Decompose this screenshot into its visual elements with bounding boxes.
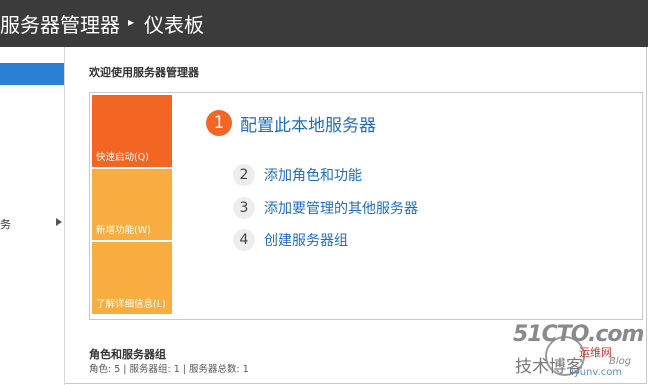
create-server-group-link[interactable]: 创建服务器组 xyxy=(264,230,348,250)
add-other-servers-link[interactable]: 添加要管理的其他服务器 xyxy=(264,198,418,218)
app-title: 服务器管理器 xyxy=(0,13,120,37)
tile-label: 快速启动(Q) xyxy=(96,152,149,163)
roles-section-title: 角色和服务器组 xyxy=(89,348,166,361)
watermark-logo: 51CTO.com 技术博客 运维网 Blog iyunv.com xyxy=(513,322,644,382)
tile-label: 了解详细信息(L) xyxy=(96,299,166,310)
welcome-panel: 快速启动(Q) 新增功能(W) 了解详细信息(L) 1 配置此本地服务器 2 添… xyxy=(89,92,643,320)
step-add-roles: 2 添加角色和功能 xyxy=(233,164,362,186)
chevron-right-icon[interactable] xyxy=(56,218,62,226)
sidebar: 务 xyxy=(0,47,65,385)
watermark-blog: Blog xyxy=(609,356,632,367)
tile-label: 新增功能(W) xyxy=(96,225,151,236)
step-number-badge: 4 xyxy=(233,229,255,251)
step-number-badge: 2 xyxy=(233,164,255,186)
page-title[interactable]: 仪表板 xyxy=(144,9,204,38)
step-number-badge: 1 xyxy=(206,110,232,136)
welcome-section-title: 欢迎使用服务器管理器 xyxy=(89,66,199,79)
step-create-server-group: 4 创建服务器组 xyxy=(233,229,348,251)
breadcrumb-separator-icon: ▸ xyxy=(128,14,135,29)
title-bar: 服务器管理器 ▸ 仪表板 xyxy=(0,0,648,47)
tile-learn-more[interactable]: 了解详细信息(L) xyxy=(92,242,172,314)
sidebar-item-dashboard[interactable] xyxy=(0,63,64,85)
add-roles-features-link[interactable]: 添加角色和功能 xyxy=(264,165,362,185)
step-number-badge: 3 xyxy=(233,197,255,219)
watermark-tag: 运维网 xyxy=(579,346,612,359)
tile-quick-start[interactable]: 快速启动(Q) xyxy=(92,95,172,167)
step-configure-local-server: 1 配置此本地服务器 xyxy=(206,110,376,136)
configure-local-server-link[interactable]: 配置此本地服务器 xyxy=(240,111,376,136)
roles-summary: 角色: 5 | 服务器组: 1 | 服务器总数: 1 xyxy=(89,364,249,375)
step-add-servers: 3 添加要管理的其他服务器 xyxy=(233,197,418,219)
sidebar-item-label[interactable]: 务 xyxy=(0,216,11,232)
tile-whats-new[interactable]: 新增功能(W) xyxy=(92,169,172,240)
watermark-url: iyunv.com xyxy=(571,367,623,378)
